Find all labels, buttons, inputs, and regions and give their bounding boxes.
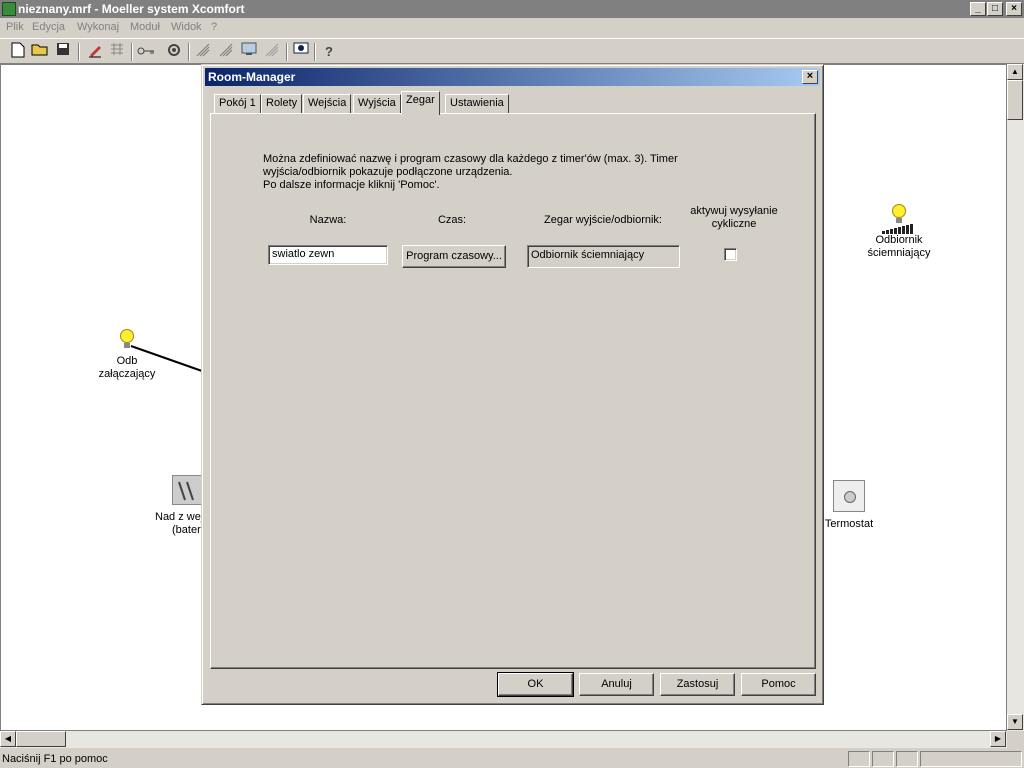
status-pane: [848, 751, 870, 767]
help-button[interactable]: Pomoc: [741, 673, 816, 696]
device-label: Termostat: [824, 518, 874, 530]
grid-icon[interactable]: [107, 42, 127, 62]
status-pane: [896, 751, 918, 767]
scroll-down-icon[interactable]: ▼: [1007, 714, 1023, 730]
scroll-right-icon[interactable]: ▶: [990, 731, 1006, 747]
timer-output-field: Odbiornik ściemniający: [527, 245, 680, 268]
ok-button[interactable]: OK: [497, 672, 574, 697]
toolbar-separator: [78, 43, 80, 61]
edit-icon[interactable]: [85, 42, 105, 62]
help-icon[interactable]: ?: [319, 42, 339, 62]
toolbar-separator: [286, 43, 288, 61]
device-label: ściemniający: [867, 247, 931, 259]
menu-widok[interactable]: Widok: [171, 21, 202, 33]
tab-rolety[interactable]: Rolety: [261, 94, 303, 114]
tab-ustawienia[interactable]: Ustawienia: [445, 94, 509, 114]
scroll-left-icon[interactable]: ◀: [0, 731, 16, 747]
key-icon[interactable]: [136, 42, 156, 62]
device-label: Odb: [116, 355, 138, 367]
wireless-icon[interactable]: [262, 42, 282, 62]
tab-panel-zegar: [210, 113, 816, 669]
timer-name-input[interactable]: swiatlo zewn: [268, 245, 388, 265]
header-output: Zegar wyjście/odbiornik:: [544, 214, 662, 226]
status-pane: [920, 751, 1022, 767]
horizontal-scroll-thumb[interactable]: [16, 731, 66, 747]
device-odb-zalaczajacy[interactable]: Odb załączający: [87, 329, 167, 381]
device-label: Odbiornik: [875, 234, 923, 246]
switch-icon: [172, 475, 202, 505]
program-czasowy-button[interactable]: Program czasowy...: [402, 245, 506, 268]
device-odbiornik-sciemniajacy[interactable]: Odbiornik ściemniający: [857, 204, 941, 260]
network-icon[interactable]: [164, 42, 184, 62]
toolbar: ?: [0, 38, 1024, 64]
app-icon: [2, 2, 16, 16]
scroll-corner: [1007, 731, 1024, 748]
vertical-scroll-thumb[interactable]: [1007, 80, 1023, 120]
tab-zegar[interactable]: Zegar: [401, 91, 440, 115]
minimize-button[interactable]: _: [970, 2, 986, 16]
sensor2-icon[interactable]: [216, 42, 236, 62]
header-name: Nazwa:: [309, 214, 347, 226]
toolbar-separator: [314, 43, 316, 61]
menubar: Plik Edycja Wykonaj Moduł Widok ?: [0, 18, 1024, 38]
dialog-titlebar: Room-Manager ×: [205, 68, 820, 86]
apply-button[interactable]: Zastosuj: [660, 673, 735, 696]
scroll-up-icon[interactable]: ▲: [1007, 64, 1023, 80]
save-icon[interactable]: [53, 42, 73, 62]
header-cyclic: aktywuj wysyłanie cykliczne: [680, 205, 788, 231]
menu-wykonaj[interactable]: Wykonaj: [77, 21, 119, 33]
cancel-button[interactable]: Anuluj: [579, 673, 654, 696]
toolbar-separator: [188, 43, 190, 61]
tab-wyjscia[interactable]: Wyjścia: [353, 94, 401, 114]
zoom-window-icon[interactable]: [291, 42, 311, 62]
sensor-icon[interactable]: [193, 42, 213, 62]
thermostat-icon: [833, 480, 865, 512]
new-file-icon[interactable]: [8, 42, 28, 62]
light-bulb-icon: [118, 329, 136, 351]
maximize-button[interactable]: □: [987, 2, 1003, 16]
menu-modul[interactable]: Moduł: [130, 21, 160, 33]
device-termostat[interactable]: Termostat: [819, 480, 879, 531]
cyclic-send-checkbox[interactable]: [724, 248, 737, 261]
app-titlebar: nieznany.mrf - Moeller system Xcomfort _…: [0, 0, 1024, 18]
close-button[interactable]: ×: [1006, 2, 1022, 16]
header-cyclic-line2: cykliczne: [711, 218, 757, 230]
header-time: Czas:: [437, 214, 467, 226]
toolbar-separator: [131, 43, 133, 61]
status-message: Naciśnij F1 po pomoc: [2, 753, 108, 765]
room-manager-dialog: Room-Manager × Pokój 1 Rolety Wejścia Wy…: [201, 64, 824, 705]
menu-edycja[interactable]: Edycja: [32, 21, 65, 33]
dialog-close-button[interactable]: ×: [802, 70, 818, 84]
horizontal-scrollbar[interactable]: ◀ ▶: [0, 731, 1007, 748]
status-pane: [872, 751, 894, 767]
header-cyclic-line1: aktywuj wysyłanie: [690, 205, 778, 217]
menu-plik[interactable]: Plik: [6, 21, 24, 33]
menu-help[interactable]: ?: [211, 21, 217, 33]
monitor-icon[interactable]: [239, 42, 259, 62]
statusbar: Naciśnij F1 po pomoc: [0, 750, 1024, 768]
vertical-scrollbar[interactable]: ▲ ▼: [1007, 64, 1024, 731]
dimmer-bulb-icon: [890, 204, 908, 226]
device-label: załączający: [98, 368, 156, 380]
open-folder-icon[interactable]: [30, 42, 50, 62]
app-title: nieznany.mrf - Moeller system Xcomfort: [18, 2, 245, 16]
tab-pokoj-1[interactable]: Pokój 1: [214, 94, 261, 114]
info-text: Można zdefiniować nazwę i program czasow…: [263, 153, 678, 191]
dialog-title: Room-Manager: [208, 70, 296, 84]
tab-wejscia[interactable]: Wejścia: [303, 94, 352, 114]
